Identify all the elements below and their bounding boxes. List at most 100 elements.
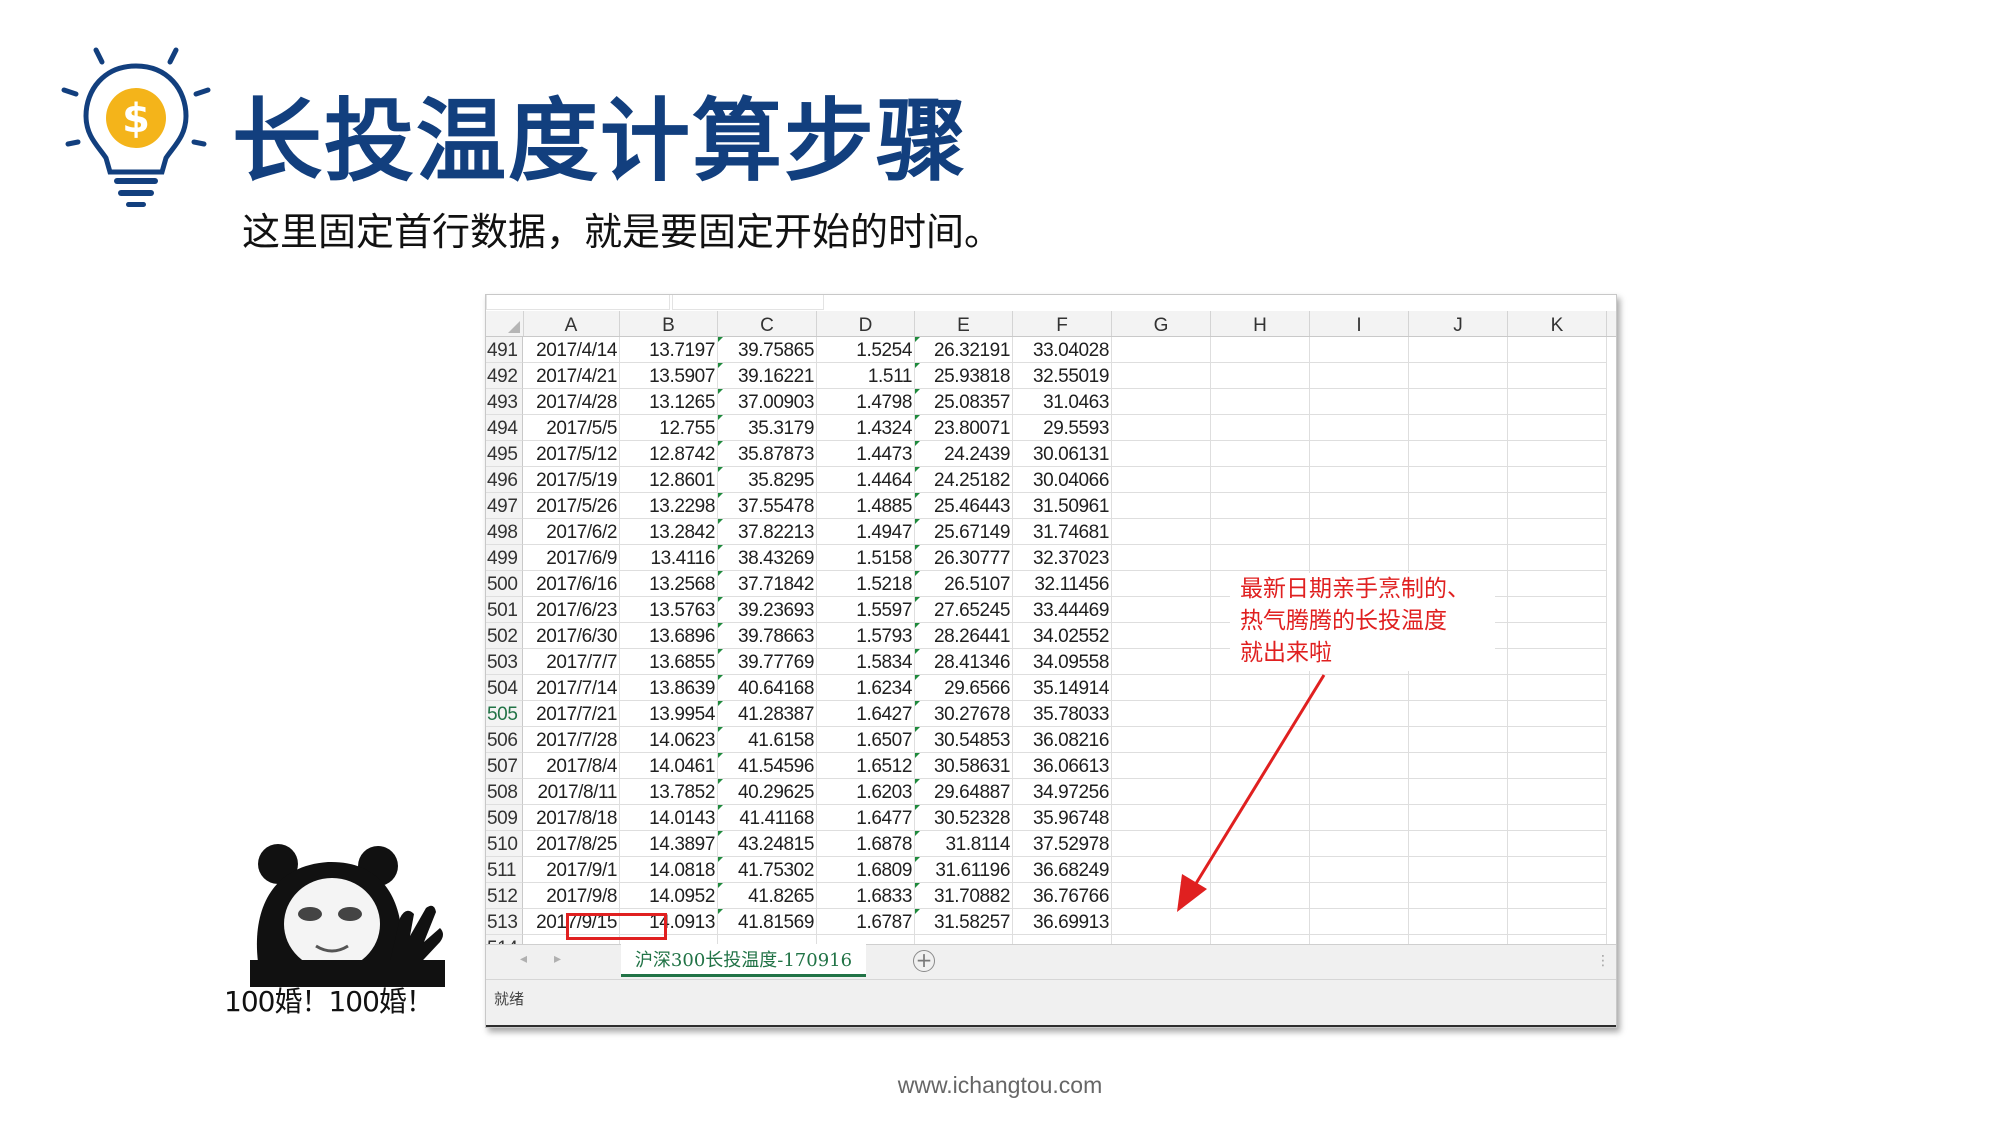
cell-e[interactable]: 25.67149 (915, 519, 1013, 545)
cell-e[interactable]: 28.41346 (915, 649, 1013, 675)
cell-k[interactable] (1508, 519, 1607, 545)
cell-b[interactable]: 13.5763 (620, 597, 718, 623)
row-header[interactable]: 513 (486, 909, 523, 935)
cell-d[interactable]: 1.6878 (817, 831, 915, 857)
cell-d[interactable] (817, 935, 915, 944)
cell-i[interactable] (1310, 909, 1409, 935)
cell-h[interactable] (1211, 701, 1310, 727)
cell-c[interactable]: 37.71842 (718, 571, 817, 597)
cell-i[interactable] (1310, 675, 1409, 701)
cell-a[interactable]: 2017/6/2 (523, 519, 620, 545)
cell-g[interactable] (1112, 779, 1211, 805)
cell-d[interactable]: 1.511 (817, 363, 915, 389)
cell-d[interactable]: 1.4473 (817, 441, 915, 467)
cell-g[interactable] (1112, 337, 1211, 363)
cell-k[interactable] (1508, 337, 1607, 363)
cell-b[interactable]: 13.2568 (620, 571, 718, 597)
cell-k[interactable] (1508, 857, 1607, 883)
cell-k[interactable] (1508, 493, 1607, 519)
cell-f[interactable]: 35.14914 (1013, 675, 1112, 701)
cell-h[interactable] (1211, 545, 1310, 571)
cell-h[interactable] (1211, 753, 1310, 779)
cell-a[interactable]: 2017/8/18 (523, 805, 620, 831)
cell-k[interactable] (1508, 363, 1607, 389)
cell-a[interactable]: 2017/6/30 (523, 623, 620, 649)
cell-j[interactable] (1409, 415, 1508, 441)
sheet-tab-active[interactable]: 沪深300长投温度-170916 (621, 944, 866, 977)
cell-i[interactable] (1310, 753, 1409, 779)
cell-a[interactable]: 2017/4/14 (523, 337, 620, 363)
cell-a[interactable]: 2017/8/25 (523, 831, 620, 857)
cell-b[interactable]: 14.0143 (620, 805, 718, 831)
cell-d[interactable]: 1.6477 (817, 805, 915, 831)
cell-b[interactable]: 13.5907 (620, 363, 718, 389)
cell-f[interactable]: 30.06131 (1013, 441, 1112, 467)
cell-c[interactable]: 38.43269 (718, 545, 817, 571)
cell-f[interactable]: 32.37023 (1013, 545, 1112, 571)
cell-e[interactable]: 24.2439 (915, 441, 1013, 467)
cell-g[interactable] (1112, 623, 1211, 649)
cell-b[interactable]: 14.0952 (620, 883, 718, 909)
cell-d[interactable]: 1.6512 (817, 753, 915, 779)
cell-a[interactable]: 2017/7/28 (523, 727, 620, 753)
cell-h[interactable] (1211, 857, 1310, 883)
cell-e[interactable]: 25.08357 (915, 389, 1013, 415)
cell-h[interactable] (1211, 727, 1310, 753)
cell-h[interactable] (1211, 935, 1310, 944)
column-header-b[interactable]: B (620, 311, 718, 336)
cell-f[interactable] (1013, 935, 1112, 944)
cell-a[interactable]: 2017/6/9 (523, 545, 620, 571)
cell-j[interactable] (1409, 467, 1508, 493)
cell-f[interactable]: 34.02552 (1013, 623, 1112, 649)
cell-b[interactable]: 13.9954 (620, 701, 718, 727)
cell-c[interactable]: 41.8265 (718, 883, 817, 909)
cell-d[interactable]: 1.5597 (817, 597, 915, 623)
cell-i[interactable] (1310, 493, 1409, 519)
cell-a[interactable]: 2017/5/19 (523, 467, 620, 493)
cell-i[interactable] (1310, 389, 1409, 415)
cell-i[interactable] (1310, 805, 1409, 831)
cell-c[interactable]: 37.00903 (718, 389, 817, 415)
row-header[interactable]: 510 (486, 831, 523, 857)
cell-j[interactable] (1409, 363, 1508, 389)
cell-j[interactable] (1409, 389, 1508, 415)
cell-h[interactable] (1211, 493, 1310, 519)
cell-d[interactable]: 1.5793 (817, 623, 915, 649)
cell-k[interactable] (1508, 779, 1607, 805)
cell-e[interactable]: 30.54853 (915, 727, 1013, 753)
cell-g[interactable] (1112, 753, 1211, 779)
row-header[interactable]: 493 (486, 389, 523, 415)
cell-e[interactable]: 25.46443 (915, 493, 1013, 519)
cell-g[interactable] (1112, 805, 1211, 831)
cell-b[interactable]: 13.7852 (620, 779, 718, 805)
cell-a[interactable]: 2017/4/28 (523, 389, 620, 415)
cell-f[interactable]: 32.55019 (1013, 363, 1112, 389)
cell-g[interactable] (1112, 389, 1211, 415)
column-header-a[interactable]: A (523, 311, 620, 336)
cell-j[interactable] (1409, 805, 1508, 831)
cell-a[interactable]: 2017/4/21 (523, 363, 620, 389)
cell-g[interactable] (1112, 545, 1211, 571)
cell-k[interactable] (1508, 675, 1607, 701)
cell-e[interactable]: 28.26441 (915, 623, 1013, 649)
cell-a[interactable]: 2017/8/11 (523, 779, 620, 805)
cell-k[interactable] (1508, 909, 1607, 935)
cell-c[interactable]: 37.82213 (718, 519, 817, 545)
cell-k[interactable] (1508, 545, 1607, 571)
cell-b[interactable]: 13.4116 (620, 545, 718, 571)
cell-c[interactable]: 39.75865 (718, 337, 817, 363)
cell-d[interactable]: 1.4798 (817, 389, 915, 415)
cell-k[interactable] (1508, 597, 1607, 623)
cell-e[interactable]: 31.70882 (915, 883, 1013, 909)
cell-i[interactable] (1310, 831, 1409, 857)
more-options-icon[interactable]: ⋮ (1596, 953, 1610, 969)
column-header-k[interactable]: K (1508, 311, 1607, 336)
cell-e[interactable]: 29.6566 (915, 675, 1013, 701)
cell-a[interactable]: 2017/6/23 (523, 597, 620, 623)
cell-b[interactable]: 14.0623 (620, 727, 718, 753)
cell-b[interactable]: 13.2298 (620, 493, 718, 519)
cell-d[interactable]: 1.6234 (817, 675, 915, 701)
cell-i[interactable] (1310, 337, 1409, 363)
cell-g[interactable] (1112, 571, 1211, 597)
row-header[interactable]: 498 (486, 519, 523, 545)
